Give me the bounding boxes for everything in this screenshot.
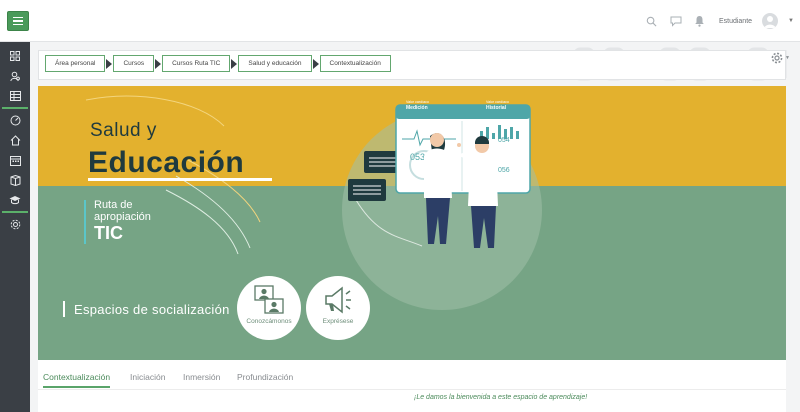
avatar[interactable] (762, 13, 779, 29)
exprese-label: Exprésese (322, 318, 354, 325)
hamburger-menu-button[interactable] (7, 11, 29, 31)
screen-left-small: Valor cardíaco (406, 100, 429, 104)
section-accent-bar (63, 301, 65, 317)
breadcrumb-item-salud-educacion[interactable]: Salud y educación (238, 55, 312, 72)
sidebar-divider (2, 107, 28, 109)
course-settings-menu[interactable]: ▼ (771, 52, 790, 64)
course-banner: Salud y Educación Ruta de apropiación TI… (38, 86, 786, 360)
files-icon (10, 174, 20, 186)
section-tabs: Contextualización Iniciación Inmersión P… (38, 360, 786, 412)
sidebar-item-participants[interactable] (0, 66, 30, 86)
people-illustration (424, 133, 498, 248)
sidebar-item-grades[interactable] (0, 86, 30, 106)
welcome-text: ¡Le damos la bienvenida a este espacio d… (414, 394, 588, 401)
ruta-line2: apropiación (94, 211, 151, 223)
settings-icon (10, 219, 20, 229)
sidebar-item-admin[interactable] (0, 214, 30, 234)
screen-right-title: Historial (486, 105, 507, 111)
exprese-button[interactable]: Exprésese (306, 276, 370, 340)
sidebar-item-grid[interactable] (0, 46, 30, 66)
sidebar-item-files[interactable] (0, 170, 30, 190)
sidebar-item-dashboard[interactable] (0, 110, 30, 130)
chevron-down-icon: ▼ (785, 55, 790, 61)
book-icon (9, 91, 21, 101)
section-label: Espacios de socialización (74, 302, 230, 317)
breadcrumb-item-area-personal[interactable]: Área personal (45, 55, 106, 72)
graduation-cap-icon (9, 196, 21, 205)
tab-iniciacion[interactable]: Iniciación (130, 370, 165, 388)
menu-line (13, 16, 23, 19)
grid-icon (10, 51, 20, 61)
people-icon (254, 285, 284, 314)
main-content: Área personal Cursos Cursos Ruta TIC Sal… (30, 42, 800, 412)
screen-left-title: Medición (406, 105, 428, 111)
sidebar-item-courses[interactable] (0, 190, 30, 210)
megaphone-icon (325, 286, 351, 314)
tabs-divider (38, 389, 786, 390)
user-name[interactable]: Estudiante (719, 18, 752, 25)
breadcrumb-separator (312, 58, 319, 69)
home-icon (10, 134, 20, 145)
breadcrumb-item-cursos-ruta-tic[interactable]: Cursos Ruta TIC (162, 55, 231, 72)
menu-line (13, 20, 23, 22)
sidebar-divider (2, 211, 28, 213)
breadcrumb-item-contextualizacion[interactable]: Contextualización (319, 55, 391, 72)
tab-profundizacion[interactable]: Profundización (237, 370, 293, 388)
breadcrumb: Área personal Cursos Cursos Ruta TIC Sal… (45, 55, 391, 72)
chevron-down-icon[interactable]: ▼ (788, 18, 794, 24)
ruta-line1: Ruta de (94, 199, 133, 211)
messages-icon[interactable] (669, 14, 683, 28)
gear-icon (771, 52, 783, 64)
conozcamonos-label: Conozcámonos (246, 318, 292, 325)
breadcrumb-bar: Área personal Cursos Cursos Ruta TIC Sal… (38, 50, 786, 80)
menu-line (13, 23, 23, 26)
sidebar-item-home[interactable] (0, 130, 30, 150)
screen-right-small: Valor cardíaco (486, 100, 509, 104)
user-menu-area: Estudiante ▼ (645, 11, 794, 31)
breadcrumb-separator (231, 58, 238, 69)
sidebar (0, 42, 30, 412)
title-underline (88, 178, 272, 181)
tab-inmersion[interactable]: Inmersión (183, 370, 220, 388)
banner-title-line1: Salud y (90, 120, 157, 141)
calendar-icon (9, 155, 21, 166)
tab-contextualizacion[interactable]: Contextualización (43, 370, 111, 388)
breadcrumb-separator (155, 58, 162, 69)
sidebar-item-calendar[interactable] (0, 150, 30, 170)
user-search-icon (9, 71, 20, 81)
ruta-line3: TIC (94, 223, 123, 243)
top-navbar: Estudiante ▼ (0, 0, 800, 42)
breadcrumb-item-cursos[interactable]: Cursos (113, 55, 155, 72)
breadcrumb-separator (106, 58, 113, 69)
ruta-accent-bar (84, 200, 86, 244)
dashboard-icon (10, 115, 20, 125)
banner-title-line2: Educación (88, 146, 245, 179)
bell-icon[interactable] (693, 14, 707, 28)
conozcamonos-button[interactable]: Conozcámonos (237, 276, 301, 340)
search-icon[interactable] (645, 14, 659, 28)
